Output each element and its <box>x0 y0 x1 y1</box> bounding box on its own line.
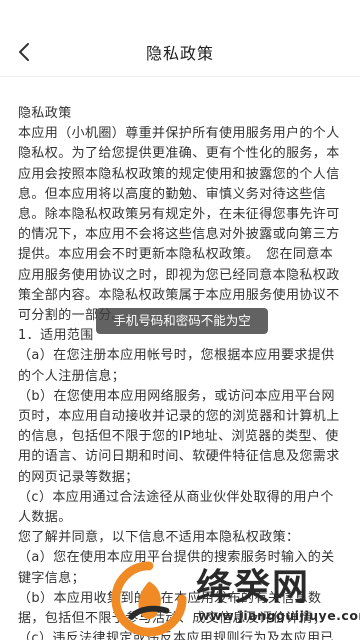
policy-content[interactable]: 隐私政策 本应用（小机圈）尊重并保护所有使用服务用户的个人隐私权。为了给您提供更… <box>18 104 342 640</box>
policy-paragraph: （b）在您使用本应用网络服务，或访问本应用平台网页时，本应用自动接收并记录的您的… <box>18 388 340 485</box>
policy-paragraph: （c）违反法律规定或违反本应用规则行为及本应用已对您采取的措施。 <box>18 631 334 640</box>
policy-paragraph: 本应用（小机圈）尊重并保护所有使用服务用户的个人隐私权。为了给您提供更准确、更有… <box>18 126 340 324</box>
policy-heading: 隐私政策 <box>18 106 72 121</box>
top-nav-bar: 隐私政策 <box>0 0 360 77</box>
policy-paragraph: 您了解并同意，以下信息不适用本隐私权政策： <box>18 530 300 546</box>
page-title: 隐私政策 <box>145 44 214 63</box>
policy-paragraph: （c）本应用通过合法途径从商业伙伴处取得的用户个人数据。 <box>18 489 334 526</box>
policy-paragraph: （a）在您注册本应用帐号时，您根据本应用要求提供的个人注册信息； <box>18 348 335 384</box>
toast-message: 手机号码和密码不能为空 <box>96 308 268 334</box>
policy-paragraph: （a）您在使用本应用平台提供的搜索服务时输入的关键字信息； <box>18 550 335 586</box>
policy-paragraph: （b）本应用收集到的您在本应用发布的有关信息数据，包括但不限于参与活动、成交信息… <box>18 590 327 627</box>
